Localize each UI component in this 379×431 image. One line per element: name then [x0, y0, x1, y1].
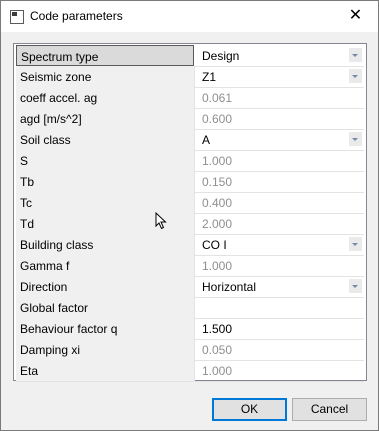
parameter-row[interactable]: Seismic zone Z1: [16, 66, 364, 88]
parameter-name-cell: Spectrum type: [16, 45, 194, 66]
parameter-name-cell: Behaviour factor q: [16, 318, 195, 339]
parameter-row[interactable]: Direction Horizontal: [16, 276, 364, 298]
ok-button[interactable]: OK: [212, 398, 287, 421]
code-parameters-dialog: Code parameters ✕ Spectrum type Design Sei…: [0, 0, 379, 431]
parameter-name-cell: Direction: [16, 276, 195, 297]
parameter-value: 0.400: [202, 196, 233, 210]
parameter-row[interactable]: Behaviour factor q 1.500: [16, 318, 364, 340]
parameter-name-cell: S: [16, 150, 195, 171]
parameter-value: 0.050: [202, 343, 233, 357]
chevron-down-icon[interactable]: [348, 279, 362, 293]
parameter-name: Soil class: [20, 133, 71, 147]
parameter-row[interactable]: Tc 0.400: [16, 192, 364, 214]
parameter-name: Gamma f: [20, 259, 70, 273]
parameter-name-cell: Eta: [16, 360, 195, 381]
parameter-value: 1.000: [202, 259, 233, 273]
parameter-value-field: 1.000: [198, 255, 364, 276]
parameter-row[interactable]: Td 2.000: [16, 213, 364, 235]
parameter-value-field[interactable]: 1.500: [198, 318, 364, 339]
parameter-value: 1.500: [202, 322, 233, 336]
parameter-value-field: 1.000: [198, 360, 364, 381]
parameter-row[interactable]: Soil class A: [16, 129, 364, 151]
parameter-name: Damping xi: [20, 343, 81, 357]
parameter-value-field: 0.600: [198, 108, 364, 129]
parameter-value-dropdown[interactable]: Design: [198, 45, 364, 66]
parameter-value-dropdown[interactable]: A: [198, 129, 364, 150]
parameter-row[interactable]: Building class CO I: [16, 234, 364, 256]
parameter-name-cell: Seismic zone: [16, 66, 195, 87]
mouse-cursor-icon: [155, 212, 167, 230]
parameter-value-dropdown[interactable]: Horizontal: [198, 276, 364, 297]
parameter-value-field: [198, 297, 364, 318]
parameter-value: Z1: [202, 70, 217, 84]
parameter-value: 1.000: [202, 154, 233, 168]
window-title: Code parameters: [30, 9, 123, 23]
parameter-name-cell: Td: [16, 213, 195, 234]
parameter-value: 1.000: [202, 364, 233, 378]
parameter-name-cell: Global factor: [16, 297, 195, 318]
parameter-row[interactable]: S 1.000: [16, 150, 364, 172]
parameter-name: Eta: [20, 364, 39, 378]
parameter-name-cell: Tc: [16, 192, 195, 213]
parameter-value-field: 0.050: [198, 339, 364, 360]
parameter-name: Building class: [20, 238, 94, 252]
parameter-name-cell: Soil class: [16, 129, 195, 150]
parameter-value: 2.000: [202, 217, 233, 231]
close-icon[interactable]: ✕: [333, 1, 378, 32]
parameter-name: Global factor: [20, 301, 89, 315]
parameter-row[interactable]: Global factor: [16, 297, 364, 319]
parameter-name-cell: agd [m/s^2]: [16, 108, 195, 129]
parameter-name: coeff accel. ag: [20, 91, 98, 105]
parameter-row[interactable]: agd [m/s^2] 0.600: [16, 108, 364, 130]
chevron-down-icon[interactable]: [348, 48, 362, 62]
parameter-name-cell: Tb: [16, 171, 195, 192]
parameter-name: Td: [20, 217, 35, 231]
chevron-down-icon[interactable]: [348, 132, 362, 146]
parameter-value: A: [202, 133, 211, 147]
parameter-value: 0.600: [202, 112, 233, 126]
parameter-row[interactable]: Spectrum type Design: [16, 45, 364, 67]
parameter-value-field: 2.000: [198, 213, 364, 234]
title-bar: Code parameters ✕: [1, 1, 378, 32]
parameter-name: Seismic zone: [20, 70, 92, 84]
parameter-name-cell: coeff accel. ag: [16, 87, 195, 108]
parameter-name-cell: Damping xi: [16, 339, 195, 360]
parameter-row[interactable]: Tb 0.150: [16, 171, 364, 193]
parameter-value: Design: [202, 49, 240, 63]
parameter-value-field: 1.000: [198, 150, 364, 171]
parameter-value-dropdown[interactable]: CO I: [198, 234, 364, 255]
parameter-name-cell: Building class: [16, 234, 195, 255]
parameter-row[interactable]: Eta 1.000: [16, 360, 364, 382]
cancel-button[interactable]: Cancel: [292, 398, 367, 421]
parameter-name: Spectrum type: [21, 50, 99, 64]
parameter-name: Direction: [20, 280, 68, 294]
parameter-value-field: 0.400: [198, 192, 364, 213]
parameter-row[interactable]: Gamma f 1.000: [16, 255, 364, 277]
parameter-name-cell: Gamma f: [16, 255, 195, 276]
parameter-value-field: 0.061: [198, 87, 364, 108]
parameter-value: Horizontal: [202, 280, 257, 294]
parameter-value: 0.150: [202, 175, 233, 189]
chevron-down-icon[interactable]: [348, 69, 362, 83]
parameter-name: Tb: [20, 175, 35, 189]
parameter-value-field: 0.150: [198, 171, 364, 192]
parameters-grid: Spectrum type Design Seismic zone Z1 coeff a…: [13, 43, 367, 382]
parameter-value-dropdown[interactable]: Z1: [198, 66, 364, 87]
parameter-name: S: [20, 154, 29, 168]
parameter-value: 0.061: [202, 91, 233, 105]
app-icon: [10, 10, 24, 24]
parameter-row[interactable]: Damping xi 0.050: [16, 339, 364, 361]
parameter-row[interactable]: coeff accel. ag 0.061: [16, 87, 364, 109]
chevron-down-icon[interactable]: [348, 237, 362, 251]
parameter-name: Behaviour factor q: [20, 322, 118, 336]
parameter-value: CO I: [202, 238, 227, 252]
parameter-name: agd [m/s^2]: [20, 112, 82, 126]
parameter-name: Tc: [20, 196, 32, 210]
